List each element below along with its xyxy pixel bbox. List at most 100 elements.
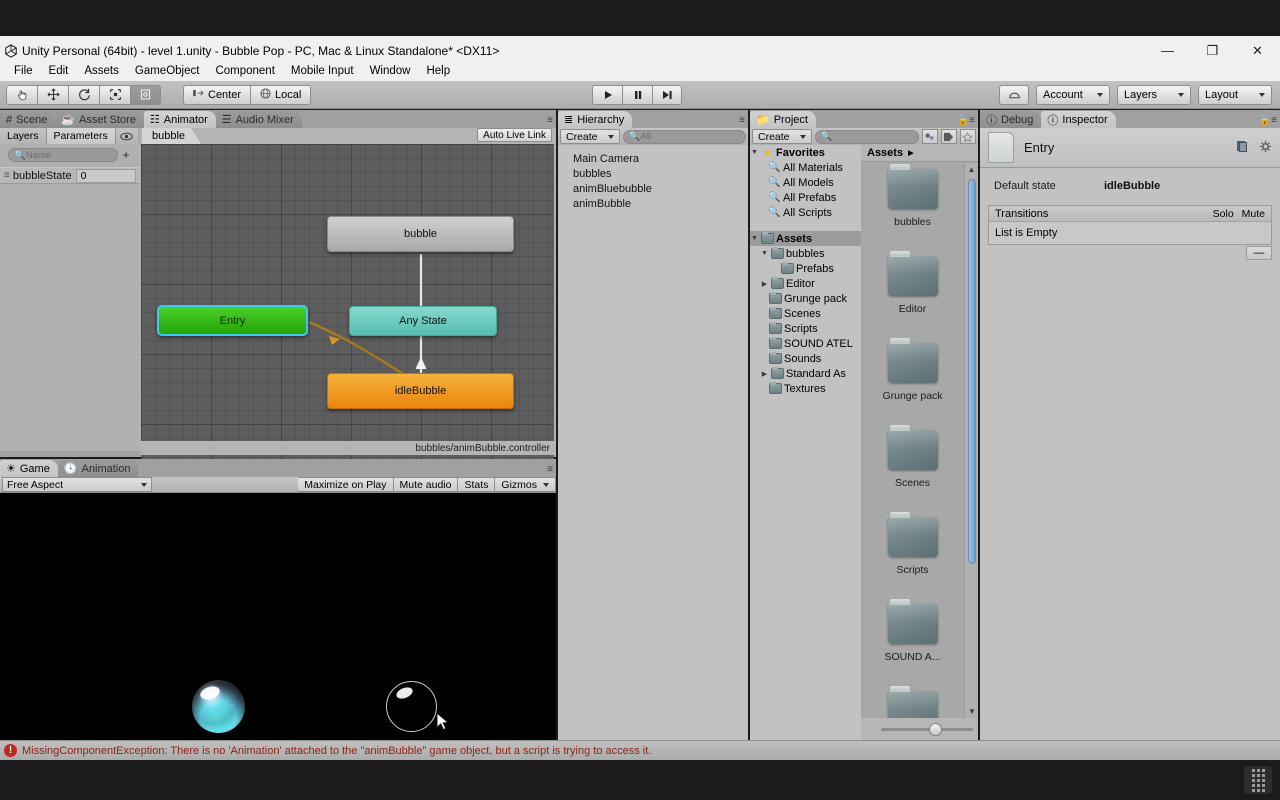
- move-tool-button[interactable]: [37, 84, 68, 105]
- menu-component[interactable]: Component: [207, 63, 282, 79]
- chevron-right-icon[interactable]: ▶: [760, 280, 769, 288]
- reference-icon[interactable]: [1235, 139, 1249, 156]
- layers-dropdown[interactable]: Layers: [1117, 84, 1191, 105]
- aspect-ratio-dropdown[interactable]: Free Aspect: [2, 477, 152, 492]
- gizmos-button[interactable]: Gizmos: [495, 477, 556, 492]
- drag-handle-icon[interactable]: ≡: [4, 170, 10, 181]
- step-button[interactable]: [652, 84, 682, 105]
- scrollbar-thumb[interactable]: [968, 179, 976, 564]
- state-node-idle-bubble[interactable]: idleBubble: [327, 373, 514, 409]
- tree-favorites-root[interactable]: ▼ ★ Favorites: [750, 145, 861, 160]
- tree-assets-root[interactable]: ▼ Assets: [750, 231, 861, 246]
- asset-folder-item[interactable]: [861, 685, 964, 718]
- state-node-entry[interactable]: Entry: [157, 305, 308, 336]
- tree-item-bubbles[interactable]: ▼ bubbles: [750, 246, 861, 261]
- tree-item-sound-atel[interactable]: SOUND ATEL: [750, 336, 861, 351]
- game-view-viewport[interactable]: [0, 493, 556, 740]
- subtab-parameters[interactable]: Parameters: [46, 128, 116, 144]
- rotate-tool-button[interactable]: [68, 84, 99, 105]
- default-state-value[interactable]: idleBubble: [1104, 180, 1160, 192]
- list-item[interactable]: Main Camera: [558, 151, 748, 166]
- animator-panel-menu-icon[interactable]: ≡: [547, 115, 553, 126]
- layout-dropdown[interactable]: Layout: [1198, 84, 1272, 105]
- asset-folder-item[interactable]: Scripts: [861, 511, 964, 598]
- project-zoom-slider[interactable]: [861, 718, 978, 740]
- tree-all-prefabs[interactable]: 🔍 All Prefabs: [750, 190, 861, 205]
- chevron-down-icon[interactable]: ▼: [750, 149, 759, 156]
- label-filter-icon[interactable]: [940, 129, 957, 144]
- project-breadcrumb-label[interactable]: Assets: [867, 147, 903, 159]
- animator-breadcrumb[interactable]: bubble: [142, 128, 201, 144]
- scroll-up-icon[interactable]: ▲: [965, 163, 978, 176]
- chevron-down-icon[interactable]: ▼: [750, 235, 759, 242]
- menu-assets[interactable]: Assets: [76, 63, 127, 79]
- tree-item-prefabs[interactable]: Prefabs: [750, 261, 861, 276]
- tree-item-scenes[interactable]: Scenes: [750, 306, 861, 321]
- tree-item-scripts[interactable]: Scripts: [750, 321, 861, 336]
- menu-edit[interactable]: Edit: [41, 63, 77, 79]
- hierarchy-search-input[interactable]: 🔍 All: [622, 129, 746, 144]
- tab-animation[interactable]: 🕓 Animation: [57, 460, 139, 477]
- list-item[interactable]: animBluebubble: [558, 181, 748, 196]
- subtab-layers[interactable]: Layers: [0, 128, 47, 144]
- project-create-button[interactable]: Create: [752, 129, 812, 144]
- tree-item-standard-assets[interactable]: ▶ Standard As: [750, 366, 861, 381]
- asset-folder-item[interactable]: SOUND A...: [861, 598, 964, 685]
- play-button[interactable]: [592, 84, 622, 105]
- star-filter-icon[interactable]: [959, 129, 976, 144]
- account-dropdown[interactable]: Account: [1036, 84, 1110, 105]
- chevron-right-icon[interactable]: ▶: [760, 370, 769, 378]
- menu-gameobject[interactable]: GameObject: [127, 63, 208, 79]
- zoom-knob[interactable]: [928, 722, 942, 736]
- pivot-mode-button[interactable]: Center: [183, 84, 251, 105]
- parameter-search-input[interactable]: 🔍 Name: [8, 148, 118, 162]
- menu-file[interactable]: File: [6, 63, 41, 79]
- eye-icon[interactable]: [115, 128, 138, 144]
- tab-animator[interactable]: ☷ Animator: [143, 111, 216, 128]
- tree-item-grunge-pack[interactable]: Grunge pack: [750, 291, 861, 306]
- tab-inspector[interactable]: ⓘ Inspector: [1041, 111, 1116, 128]
- project-panel-menu-icon[interactable]: 🔒≡: [957, 115, 975, 126]
- project-search-input[interactable]: 🔍: [814, 129, 919, 144]
- stats-button[interactable]: Stats: [458, 477, 496, 492]
- keyboard-icon[interactable]: [1244, 766, 1272, 794]
- asset-folder-item[interactable]: Grunge pack: [861, 337, 964, 424]
- status-bar[interactable]: ! MissingComponentException: There is no…: [0, 740, 1280, 760]
- game-panel-menu-icon[interactable]: ≡: [547, 464, 553, 475]
- list-item[interactable]: animBubble: [558, 196, 748, 211]
- menu-mobile-input[interactable]: Mobile Input: [283, 63, 362, 79]
- maximize-on-play-button[interactable]: Maximize on Play: [298, 477, 394, 492]
- state-node-bubble[interactable]: bubble: [327, 216, 514, 252]
- parameter-value-field[interactable]: 0: [75, 168, 136, 183]
- zoom-track[interactable]: [880, 722, 973, 736]
- asset-folder-item[interactable]: Editor: [861, 250, 964, 337]
- state-node-any-state[interactable]: Any State: [349, 306, 497, 336]
- tab-scene[interactable]: # Scene: [0, 111, 56, 128]
- menu-window[interactable]: Window: [362, 63, 419, 79]
- hand-tool-button[interactable]: [6, 84, 37, 105]
- mute-audio-button[interactable]: Mute audio: [393, 477, 459, 492]
- add-parameter-button[interactable]: +: [118, 148, 134, 162]
- tab-audio-mixer[interactable]: ☰ Audio Mixer: [215, 111, 302, 128]
- tab-debug[interactable]: ⓘ Debug: [980, 111, 1042, 128]
- rect-tool-button[interactable]: [130, 84, 161, 105]
- gear-icon[interactable]: [1259, 140, 1272, 156]
- tree-item-editor[interactable]: ▶ Editor: [750, 276, 861, 291]
- tab-project[interactable]: 📁 Project: [750, 111, 816, 128]
- cloud-icon[interactable]: [999, 84, 1029, 105]
- tree-item-textures[interactable]: Textures: [750, 381, 861, 396]
- scale-tool-button[interactable]: [99, 84, 130, 105]
- asset-folder-item[interactable]: Scenes: [861, 424, 964, 511]
- remove-transition-button[interactable]: —: [1246, 246, 1272, 260]
- hierarchy-panel-menu-icon[interactable]: ≡: [739, 115, 745, 126]
- list-item[interactable]: bubbles: [558, 166, 748, 181]
- space-mode-button[interactable]: Local: [250, 84, 312, 105]
- parameter-row[interactable]: ≡ bubbleState 0: [0, 167, 140, 184]
- tab-hierarchy[interactable]: ≣ Hierarchy: [558, 111, 633, 128]
- auto-live-link-button[interactable]: Auto Live Link: [477, 128, 552, 142]
- menu-help[interactable]: Help: [418, 63, 458, 79]
- tree-item-sounds[interactable]: Sounds: [750, 351, 861, 366]
- tree-all-scripts[interactable]: 🔍 All Scripts: [750, 205, 861, 220]
- tab-asset-store[interactable]: ☕ Asset Store: [55, 111, 144, 128]
- project-scrollbar[interactable]: ▲ ▼: [964, 163, 978, 718]
